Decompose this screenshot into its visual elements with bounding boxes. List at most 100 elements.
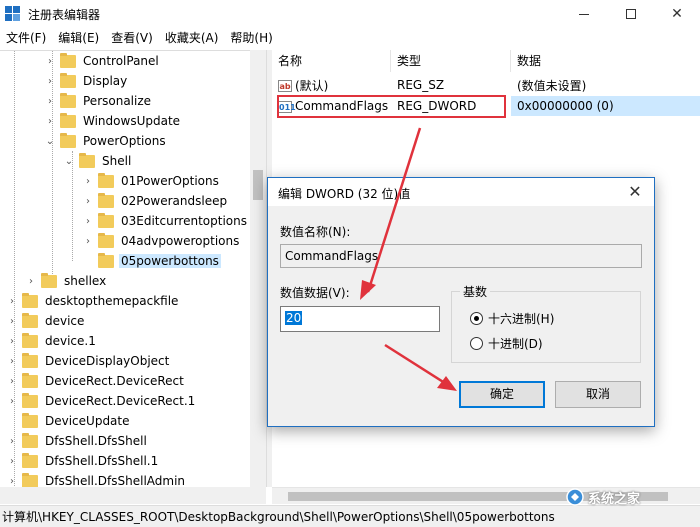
base-group: 基数 十六进制(H) 十进制(D) bbox=[451, 283, 641, 363]
column-header-type[interactable]: 类型 bbox=[391, 50, 511, 72]
expand-icon[interactable]: › bbox=[6, 456, 18, 467]
edit-dword-dialog: 编辑 DWORD (32 位)值 ✕ 数值名称(N): CommandFlags… bbox=[267, 177, 655, 427]
folder-icon bbox=[60, 52, 76, 68]
tree-item-dfsshell[interactable]: › DfsShell.DfsShell bbox=[6, 431, 149, 451]
expand-icon[interactable]: › bbox=[6, 296, 18, 307]
folder-icon bbox=[98, 232, 114, 248]
expand-icon[interactable]: › bbox=[6, 476, 18, 487]
menu-bar: 文件(F) 编辑(E) 查看(V) 收藏夹(A) 帮助(H) bbox=[0, 28, 700, 48]
tree-item-desktopthemepackfile[interactable]: › desktopthemepackfile bbox=[6, 291, 180, 311]
column-header-name[interactable]: 名称 bbox=[272, 50, 391, 72]
menu-edit[interactable]: 编辑(E) bbox=[52, 28, 105, 48]
tree-item-display[interactable]: › Display bbox=[44, 71, 129, 91]
tree-item-04advpoweroptions[interactable]: › 04advpoweroptions bbox=[82, 231, 241, 251]
minimize-button[interactable] bbox=[561, 0, 607, 28]
value-name-label: 数值名称(N): bbox=[280, 225, 351, 239]
tree-item-controlpanel[interactable]: › ControlPanel bbox=[44, 51, 161, 71]
radio-hexadecimal[interactable]: 十六进制(H) bbox=[470, 310, 554, 327]
tree-item-dfsshell-1[interactable]: › DfsShell.DfsShell.1 bbox=[6, 451, 160, 471]
folder-icon bbox=[98, 172, 114, 188]
regedit-app-icon bbox=[5, 6, 21, 22]
expand-icon[interactable]: › bbox=[82, 196, 94, 207]
title-bar: 注册表编辑器 ✕ bbox=[0, 0, 700, 28]
tree-item-01poweroptions[interactable]: › 01PowerOptions bbox=[82, 171, 221, 191]
menu-help[interactable]: 帮助(H) bbox=[224, 28, 278, 48]
menu-file[interactable]: 文件(F) bbox=[0, 28, 52, 48]
expand-icon[interactable]: › bbox=[6, 396, 18, 407]
folder-icon bbox=[22, 412, 38, 428]
value-data: (数值未设置) bbox=[517, 78, 587, 93]
value-data-label: 数值数据(V): bbox=[280, 286, 350, 300]
tree-item-deviceupdate[interactable]: DeviceUpdate bbox=[6, 411, 132, 431]
folder-icon bbox=[98, 252, 114, 268]
value-name-field[interactable]: CommandFlags bbox=[280, 244, 642, 268]
folder-icon bbox=[22, 292, 38, 308]
tree-item-devicedisplayobject[interactable]: › DeviceDisplayObject bbox=[6, 351, 171, 371]
tree-item-poweroptions[interactable]: ⌄ PowerOptions bbox=[44, 131, 168, 151]
menu-view[interactable]: 查看(V) bbox=[105, 28, 159, 48]
folder-icon bbox=[22, 452, 38, 468]
tree-item-dfsshelladmin[interactable]: › DfsShell.DfsShellAdmin bbox=[6, 471, 187, 487]
dialog-close-icon[interactable]: ✕ bbox=[624, 181, 646, 203]
expand-icon[interactable]: › bbox=[6, 336, 18, 347]
string-value-icon: ab bbox=[278, 80, 292, 92]
watermark-text: 系统之家 bbox=[588, 491, 641, 507]
expand-icon[interactable]: › bbox=[82, 236, 94, 247]
tree-item-03editcurrentoptions[interactable]: › 03Editcurrentoptions bbox=[82, 211, 249, 231]
expand-icon[interactable]: › bbox=[44, 76, 56, 87]
radio-decimal[interactable]: 十进制(D) bbox=[470, 335, 543, 352]
close-icon: ✕ bbox=[671, 6, 683, 22]
expand-icon[interactable]: › bbox=[6, 436, 18, 447]
expand-icon[interactable]: › bbox=[25, 276, 37, 287]
collapse-icon[interactable]: ⌄ bbox=[63, 156, 75, 167]
menu-favorites[interactable]: 收藏夹(A) bbox=[159, 28, 225, 48]
scrollbar-thumb[interactable] bbox=[253, 170, 263, 200]
value-data: 0x00000000 (0) bbox=[511, 96, 700, 116]
column-header-data[interactable]: 数据 bbox=[511, 50, 700, 72]
tree-item-windowsupdate[interactable]: › WindowsUpdate bbox=[44, 111, 182, 131]
value-data-input[interactable]: 20 bbox=[280, 306, 440, 332]
cancel-button[interactable]: 取消 bbox=[555, 381, 641, 408]
expand-icon[interactable]: › bbox=[6, 356, 18, 367]
expand-icon[interactable]: › bbox=[44, 96, 56, 107]
radio-unchecked-icon[interactable] bbox=[470, 337, 483, 350]
expand-icon[interactable]: › bbox=[44, 116, 56, 127]
minimize-icon bbox=[579, 13, 589, 15]
expand-icon[interactable]: › bbox=[44, 56, 56, 67]
ok-button[interactable]: 确定 bbox=[459, 381, 545, 408]
folder-icon bbox=[22, 432, 38, 448]
folder-open-icon bbox=[60, 132, 76, 148]
tree-horizontal-scrollbar[interactable] bbox=[0, 487, 266, 504]
expand-icon[interactable]: › bbox=[6, 376, 18, 387]
tree-item-shell[interactable]: ⌄ Shell bbox=[63, 151, 133, 171]
folder-icon bbox=[22, 332, 38, 348]
close-button[interactable]: ✕ bbox=[654, 0, 700, 28]
watermark-logo-icon bbox=[566, 488, 584, 506]
radio-checked-icon[interactable] bbox=[470, 312, 483, 325]
folder-icon bbox=[22, 472, 38, 487]
tree-item-devicerect[interactable]: › DeviceRect.DeviceRect bbox=[6, 371, 186, 391]
expand-icon[interactable]: › bbox=[82, 216, 94, 227]
highlight-annotation-box bbox=[277, 95, 506, 118]
folder-icon bbox=[22, 352, 38, 368]
tree-item-05powerbottons[interactable]: 05powerbottons bbox=[82, 251, 221, 271]
tree-scrollbar[interactable] bbox=[250, 50, 266, 487]
tree-item-02powerandsleep[interactable]: › 02Powerandsleep bbox=[82, 191, 229, 211]
collapse-icon[interactable]: ⌄ bbox=[44, 136, 56, 147]
folder-icon bbox=[60, 92, 76, 108]
folder-icon bbox=[60, 72, 76, 88]
status-bar-path: 计算机\HKEY_CLASSES_ROOT\DesktopBackground\… bbox=[0, 505, 700, 527]
expand-icon[interactable]: › bbox=[82, 176, 94, 187]
tree-item-device-1[interactable]: › device.1 bbox=[6, 331, 98, 351]
tree-item-personalize[interactable]: › Personalize bbox=[44, 91, 153, 111]
value-row-default[interactable]: ab (默认) REG_SZ (数值未设置) bbox=[272, 75, 700, 95]
registry-tree[interactable]: › ControlPanel › Display › Personalize › Win… bbox=[0, 50, 266, 487]
folder-icon bbox=[22, 372, 38, 388]
expand-icon[interactable]: › bbox=[6, 316, 18, 327]
tree-item-shellex[interactable]: › shellex bbox=[25, 271, 108, 291]
folder-icon bbox=[22, 312, 38, 328]
maximize-button[interactable] bbox=[608, 0, 654, 28]
tree-item-devicerect-1[interactable]: › DeviceRect.DeviceRect.1 bbox=[6, 391, 197, 411]
tree-item-device[interactable]: › device bbox=[6, 311, 86, 331]
maximize-icon bbox=[626, 9, 636, 19]
